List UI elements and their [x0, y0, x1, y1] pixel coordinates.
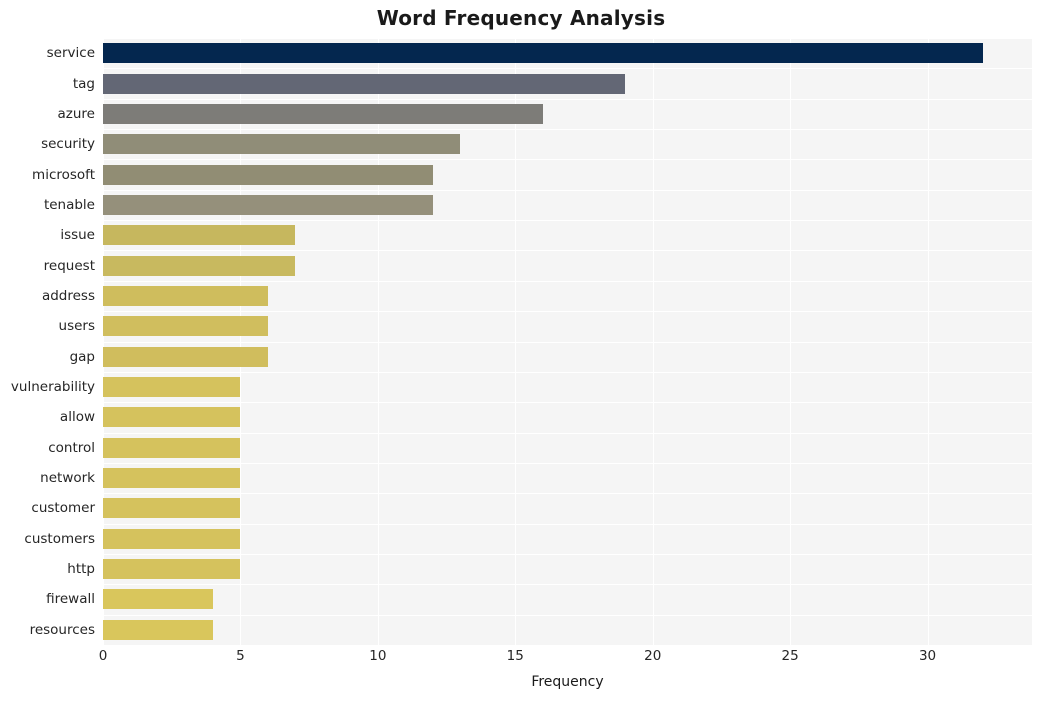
y-gridline: [103, 433, 1032, 434]
x-axis-tick-label: 5: [236, 648, 245, 664]
y-gridline: [103, 342, 1032, 343]
y-gridline: [103, 524, 1032, 525]
bar[interactable]: [103, 468, 241, 489]
y-axis-tick-label: address: [41, 287, 95, 304]
bar[interactable]: [103, 346, 268, 367]
y-axis-tick-labels: service tag azure security microsoft tenable i…: [0, 38, 95, 645]
y-axis-tick-label: request: [43, 257, 95, 274]
y-axis-tick-label: security: [41, 136, 95, 153]
x-axis-tick-label: 20: [644, 648, 662, 664]
y-gridline: [103, 402, 1032, 403]
bar[interactable]: [103, 43, 983, 64]
bar[interactable]: [103, 589, 213, 610]
x-axis-tick-labels: 0 5 10 15 20 25 30: [0, 648, 1042, 670]
y-gridline: [103, 554, 1032, 555]
y-axis-tick-label: vulnerability: [10, 379, 95, 396]
y-gridline: [103, 159, 1032, 160]
y-gridline: [103, 615, 1032, 616]
y-gridline: [103, 463, 1032, 464]
x-axis-tick-label: 15: [506, 648, 524, 664]
bar[interactable]: [103, 73, 626, 94]
x-axis-tick-label: 30: [918, 648, 937, 664]
y-axis-tick-label: allow: [59, 409, 95, 426]
y-gridline: [103, 190, 1032, 191]
y-gridline: [103, 281, 1032, 282]
bar[interactable]: [103, 225, 296, 246]
bar[interactable]: [103, 164, 433, 185]
bar[interactable]: [103, 377, 241, 398]
y-gridline: [103, 99, 1032, 100]
y-axis-tick-label: gap: [69, 348, 95, 365]
y-axis-tick-label: customers: [24, 530, 95, 547]
y-gridline: [103, 38, 1032, 39]
y-gridline: [103, 311, 1032, 312]
y-gridline: [103, 220, 1032, 221]
bar[interactable]: [103, 498, 241, 519]
bar[interactable]: [103, 103, 543, 124]
y-gridline: [103, 250, 1032, 251]
x-axis-tick-label: 10: [369, 648, 387, 664]
bar[interactable]: [103, 559, 241, 580]
y-axis-tick-label: users: [58, 318, 95, 335]
y-axis-tick-label: customer: [31, 500, 95, 517]
bar[interactable]: [103, 316, 268, 337]
bar[interactable]: [103, 255, 296, 276]
y-axis-tick-label: http: [67, 561, 95, 578]
bar[interactable]: [103, 285, 268, 306]
y-gridline: [103, 584, 1032, 585]
bar[interactable]: [103, 528, 241, 549]
bar[interactable]: [103, 407, 241, 428]
y-gridline: [103, 372, 1032, 373]
y-axis-tick-label: network: [40, 470, 95, 487]
y-gridline: [103, 129, 1032, 130]
plot-area: [103, 38, 1032, 645]
y-axis-tick-label: service: [46, 45, 95, 62]
bar[interactable]: [103, 194, 433, 215]
y-axis-tick-label: firewall: [46, 591, 95, 608]
y-gridline: [103, 493, 1032, 494]
y-axis-tick-label: azure: [57, 105, 95, 122]
y-axis-tick-label: tag: [72, 75, 95, 92]
x-axis-tick-label: 0: [98, 648, 108, 664]
y-axis-tick-label: control: [48, 439, 95, 456]
y-axis-tick-label: tenable: [43, 196, 95, 213]
y-gridline: [103, 68, 1032, 69]
chart-title: Word Frequency Analysis: [376, 6, 666, 30]
bar[interactable]: [103, 619, 213, 640]
y-axis-tick-label: resources: [29, 621, 95, 638]
y-axis-tick-label: issue: [60, 227, 95, 244]
x-axis-tick-label: 25: [781, 648, 799, 664]
y-axis-tick-label: microsoft: [32, 166, 95, 183]
chart-figure: Word Frequency Analysis service tag azure s…: [0, 0, 1042, 701]
x-axis-title: Frequency: [531, 674, 604, 690]
bar[interactable]: [103, 134, 461, 155]
bar[interactable]: [103, 437, 241, 458]
